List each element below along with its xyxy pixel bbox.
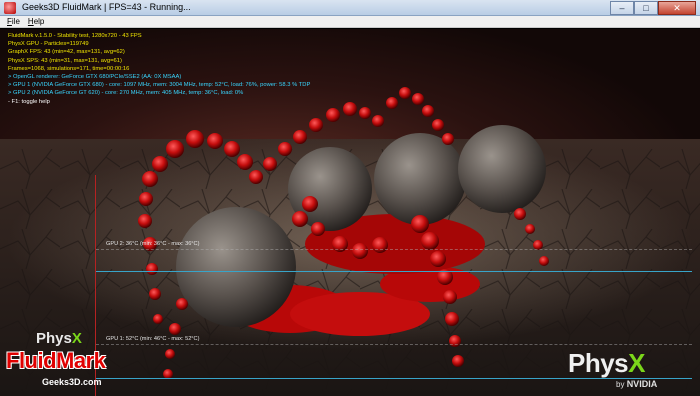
window-title: Geeks3D FluidMark | FPS=43 - Running... [22,2,191,12]
fluidmark-logo: FluidMark [6,348,106,373]
physx-logo-large: PhysX [568,348,645,378]
hud-line: > GPU 2 (NVIDIA GeForce GT 620) - core: … [8,90,244,97]
hud-line: FluidMark v.1.5.0 - Stability test, 1280… [8,33,142,39]
hud-line: PhysX SPS: 43 (min=31, max=131, avg=61) [8,57,122,64]
gpu1-temp-label: GPU 1: 52°C (min: 46°C - max: 52°C) [106,336,200,342]
minimize-button[interactable]: – [610,1,634,15]
menu-file[interactable]: File [7,16,20,27]
title-bar[interactable]: Geeks3D FluidMark | FPS=43 - Running... … [0,0,700,16]
hud-line: > OpenGL renderer: GeForce GTX 680/PCIe/… [8,74,182,81]
hud-line: - F1: toggle help [8,98,50,105]
window-controls: – □ ✕ [610,1,696,15]
gpu2-temp-baseline [96,249,692,250]
menu-bar: File Help [0,16,700,28]
maximize-button[interactable]: □ [634,1,658,15]
close-button[interactable]: ✕ [658,1,696,15]
gpu2-temp-label: GPU 2: 36°C (min: 36°C - max: 36°C) [106,241,200,247]
hud-line: Frames=1068, simulations=171, time=00:00… [8,65,130,72]
nvidia-logo: by NVIDIA [616,379,658,389]
app-icon[interactable] [4,2,16,14]
physx-logo-small: PhysX [36,330,82,347]
hud-line: GraphX FPS: 43 (min=42, max=131, avg=62) [8,49,125,56]
gpu1-temp-baseline [96,344,692,345]
menu-help[interactable]: Help [28,16,44,27]
geeks3d-logo: Geeks3D.com [42,377,102,387]
hud-line: > GPU 1 (NVIDIA GeForce GTX 680) - core:… [8,82,311,89]
hud-line: PhysX GPU - Particles=119749 [8,41,89,48]
hud-overlay: FluidMark v.1.5.0 - Stability test, 1280… [8,32,310,106]
gpu2-temp-line [96,271,692,272]
